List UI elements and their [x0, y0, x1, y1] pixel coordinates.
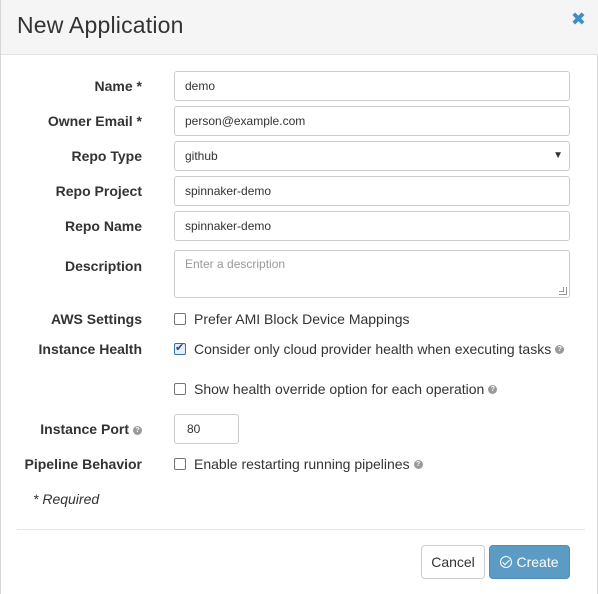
- owner-email-label: Owner Email *: [47, 113, 142, 129]
- restart-pipelines-checkbox[interactable]: [174, 458, 186, 470]
- repo-name-input[interactable]: spinnaker-demo: [174, 211, 570, 241]
- prefer-ami-label: Prefer AMI Block Device Mappings: [194, 311, 410, 327]
- check-circle-icon: [500, 556, 513, 568]
- aws-settings-row: Prefer AMI Block Device Mappings: [174, 311, 410, 327]
- prefer-ami-checkbox[interactable]: [174, 313, 186, 325]
- help-icon[interactable]: ?: [413, 459, 423, 469]
- dialog-title: New Application: [17, 12, 184, 38]
- description-placeholder: Enter a description: [185, 257, 286, 271]
- close-icon[interactable]: ✖: [571, 10, 586, 28]
- dialog-header: New Application ✖: [1, 0, 598, 55]
- instance-health-label: Instance Health: [38, 341, 142, 357]
- create-button-label: Create: [516, 554, 559, 570]
- help-icon[interactable]: ?: [133, 425, 142, 435]
- restart-pipelines-label: Enable restarting running pipelines: [194, 456, 410, 472]
- pipeline-behavior-label: Pipeline Behavior: [24, 456, 142, 472]
- repo-project-input[interactable]: spinnaker-demo: [174, 176, 570, 206]
- repo-type-select[interactable]: github ▼: [174, 141, 570, 171]
- help-icon[interactable]: ?: [555, 344, 565, 354]
- footer-divider: [17, 529, 585, 530]
- pipeline-behavior-row: Enable restarting running pipelines ?: [174, 456, 423, 472]
- chevron-down-icon: ▼: [553, 150, 563, 161]
- cloud-provider-health-label: Consider only cloud provider health when…: [194, 341, 552, 357]
- health-override-checkbox[interactable]: [174, 383, 186, 395]
- repo-project-label: Repo Project: [55, 183, 142, 199]
- name-label: Name *: [94, 78, 142, 94]
- instance-port-label-wrap: Instance Port?: [40, 421, 142, 437]
- new-application-dialog: New Application ✖ Name * demo Owner Emai…: [0, 0, 598, 594]
- instance-health-row-2: Show health override option for each ope…: [174, 381, 498, 397]
- instance-port-label: Instance Port: [40, 421, 129, 437]
- health-override-label: Show health override option for each ope…: [194, 381, 485, 397]
- repo-name-label: Repo Name: [64, 218, 142, 234]
- required-note: * Required: [33, 491, 100, 507]
- instance-health-row-1: Consider only cloud provider health when…: [174, 341, 565, 357]
- description-textarea[interactable]: Enter a description: [174, 250, 570, 298]
- create-button[interactable]: Create: [489, 545, 570, 579]
- help-icon[interactable]: ?: [488, 384, 498, 394]
- aws-settings-label: AWS Settings: [50, 311, 142, 327]
- instance-port-input[interactable]: 80: [174, 414, 239, 444]
- name-input[interactable]: demo: [174, 71, 570, 101]
- resize-handle-icon[interactable]: [559, 287, 567, 295]
- repo-type-label: Repo Type: [71, 148, 142, 164]
- description-label: Description: [64, 258, 142, 274]
- cancel-button[interactable]: Cancel: [421, 545, 485, 579]
- cloud-provider-health-checkbox[interactable]: [174, 341, 186, 355]
- owner-email-input[interactable]: person@example.com: [174, 106, 570, 136]
- repo-type-value: github: [185, 149, 218, 163]
